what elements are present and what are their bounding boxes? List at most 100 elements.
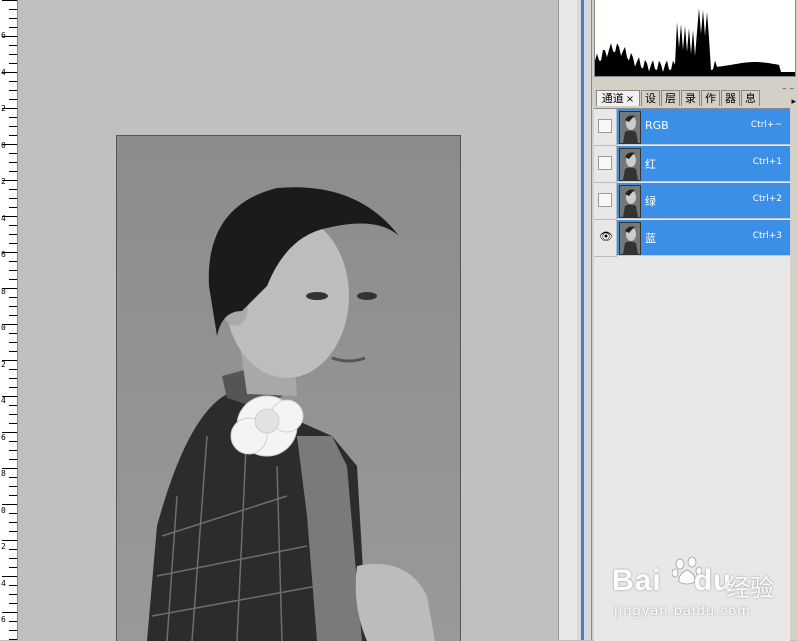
ruler-tick	[2, 504, 17, 505]
channel-thumbnail	[619, 222, 641, 255]
ruler-tick	[9, 342, 17, 343]
channel-row[interactable]: 红 Ctrl+1	[594, 146, 790, 183]
tab-label: 设	[645, 92, 656, 105]
ruler-tick	[9, 261, 17, 262]
ruler-tick	[9, 513, 17, 514]
visibility-toggle[interactable]	[598, 193, 612, 207]
tab-channels[interactable]: 通道 ×	[596, 90, 640, 106]
ruler-tick	[2, 612, 17, 613]
panel-divider[interactable]	[577, 0, 592, 640]
ruler-tick	[9, 450, 17, 451]
ruler-tick	[9, 90, 17, 91]
ruler-tick	[9, 549, 17, 550]
ruler-label: 6	[1, 31, 6, 40]
ruler-tick	[9, 567, 17, 568]
ruler-tick	[9, 603, 17, 604]
visibility-cell[interactable]	[594, 146, 617, 183]
ruler-tick	[9, 279, 17, 280]
tab-navigator[interactable]: 器	[721, 90, 740, 106]
ruler-tick	[9, 459, 17, 460]
ruler-label: 0	[1, 505, 6, 515]
channel-name: 红	[645, 158, 656, 171]
eye-icon[interactable]: 👁	[599, 231, 613, 243]
ruler-tick	[9, 81, 17, 82]
ruler-label: 0	[1, 140, 6, 150]
ruler-tick	[9, 594, 17, 595]
ruler-tick	[9, 387, 17, 388]
tab-layers[interactable]: 层	[661, 90, 680, 106]
baidu-jingyan-watermark: Bai du 经验 jingyan.baidu.com	[612, 556, 792, 626]
ruler-label: 4	[1, 578, 6, 588]
ruler-tick	[9, 423, 17, 424]
panel-menu-icon[interactable]: ▸	[791, 97, 796, 107]
ruler-label: 2	[1, 542, 6, 551]
ruler-label: 2	[1, 177, 6, 186]
tab-label: 层	[665, 92, 676, 105]
vertical-ruler: 6 4 2 0 2 4 6 8 0 2 4 6 8 0 2 4 6	[0, 0, 18, 640]
ruler-tick	[9, 234, 17, 235]
visibility-toggle[interactable]	[598, 156, 612, 170]
channel-row[interactable]: RGB Ctrl+~	[594, 109, 790, 146]
tab-label: 器	[725, 92, 736, 105]
ruler-tick	[9, 531, 17, 532]
ruler-tick	[9, 306, 17, 307]
ruler-tick	[9, 630, 17, 631]
ruler-label: 8	[1, 286, 6, 296]
ruler-tick	[9, 189, 17, 190]
ruler-tick	[2, 576, 17, 577]
ruler-tick	[2, 0, 17, 1]
ruler-tick	[9, 27, 17, 28]
channel-row[interactable]: 👁 蓝 Ctrl+3	[594, 220, 790, 257]
watermark-url: jingyan.baidu.com	[614, 604, 751, 619]
channel-name: 绿	[645, 195, 656, 208]
channel-name: RGB	[645, 119, 669, 132]
histogram-panel	[594, 0, 796, 77]
watermark-logo: Bai du	[612, 564, 733, 597]
ruler-tick	[9, 162, 17, 163]
channel-selection[interactable]: 红 Ctrl+1	[617, 146, 790, 182]
ruler-tick	[9, 405, 17, 406]
vertical-scrollbar[interactable]	[558, 0, 578, 640]
ruler-tick	[9, 117, 17, 118]
channel-selection[interactable]: 绿 Ctrl+2	[617, 183, 790, 219]
tab-history[interactable]: 录	[681, 90, 700, 106]
tab-label: 通道	[601, 92, 624, 105]
ruler-tick	[9, 126, 17, 127]
divider-stripe	[581, 0, 584, 640]
channel-shortcut: Ctrl+1	[752, 157, 782, 167]
visibility-cell[interactable]: 👁	[594, 220, 617, 257]
tab-presets[interactable]: 设	[641, 90, 660, 106]
document-canvas[interactable]	[18, 0, 558, 641]
channel-row[interactable]: 绿 Ctrl+2	[594, 183, 790, 220]
channel-thumbnail	[619, 185, 641, 218]
ruler-label: 4	[1, 396, 6, 405]
ruler-tick	[9, 621, 17, 622]
channel-selection[interactable]: RGB Ctrl+~	[617, 109, 790, 145]
ruler-tick	[9, 369, 17, 370]
visibility-toggle[interactable]	[598, 119, 612, 133]
grayscale-portrait-image	[116, 135, 461, 641]
visibility-cell[interactable]	[594, 183, 617, 220]
close-icon[interactable]: ×	[626, 94, 634, 105]
ruler-tick	[9, 135, 17, 136]
ruler-tick	[9, 558, 17, 559]
visibility-cell[interactable]	[594, 109, 617, 146]
ruler-label: 6	[1, 250, 6, 259]
ruler-label: 8	[1, 469, 6, 478]
ruler-tick	[9, 198, 17, 199]
ruler-tick	[2, 540, 17, 541]
ruler-tick	[9, 153, 17, 154]
ruler-tick	[9, 18, 17, 19]
panel-tab-bar: 通道 × 设 层 录 作 器 息	[596, 90, 796, 108]
channel-thumbnail	[619, 148, 641, 181]
panel-dock: – – 通道 × 设 层 录 作 器 息 ▸ RGB Ctrl+~ 红 Ctrl+…	[592, 0, 798, 641]
channel-selection[interactable]: 蓝 Ctrl+3	[617, 220, 790, 256]
ruler-label: 2	[1, 359, 6, 369]
ruler-label: 0	[1, 323, 6, 332]
tab-label: 息	[745, 92, 756, 105]
tab-info[interactable]: 息	[741, 90, 760, 106]
ruler-tick	[9, 270, 17, 271]
ruler-tick	[9, 9, 17, 10]
ruler-tick	[9, 477, 17, 478]
tab-actions[interactable]: 作	[701, 90, 720, 106]
